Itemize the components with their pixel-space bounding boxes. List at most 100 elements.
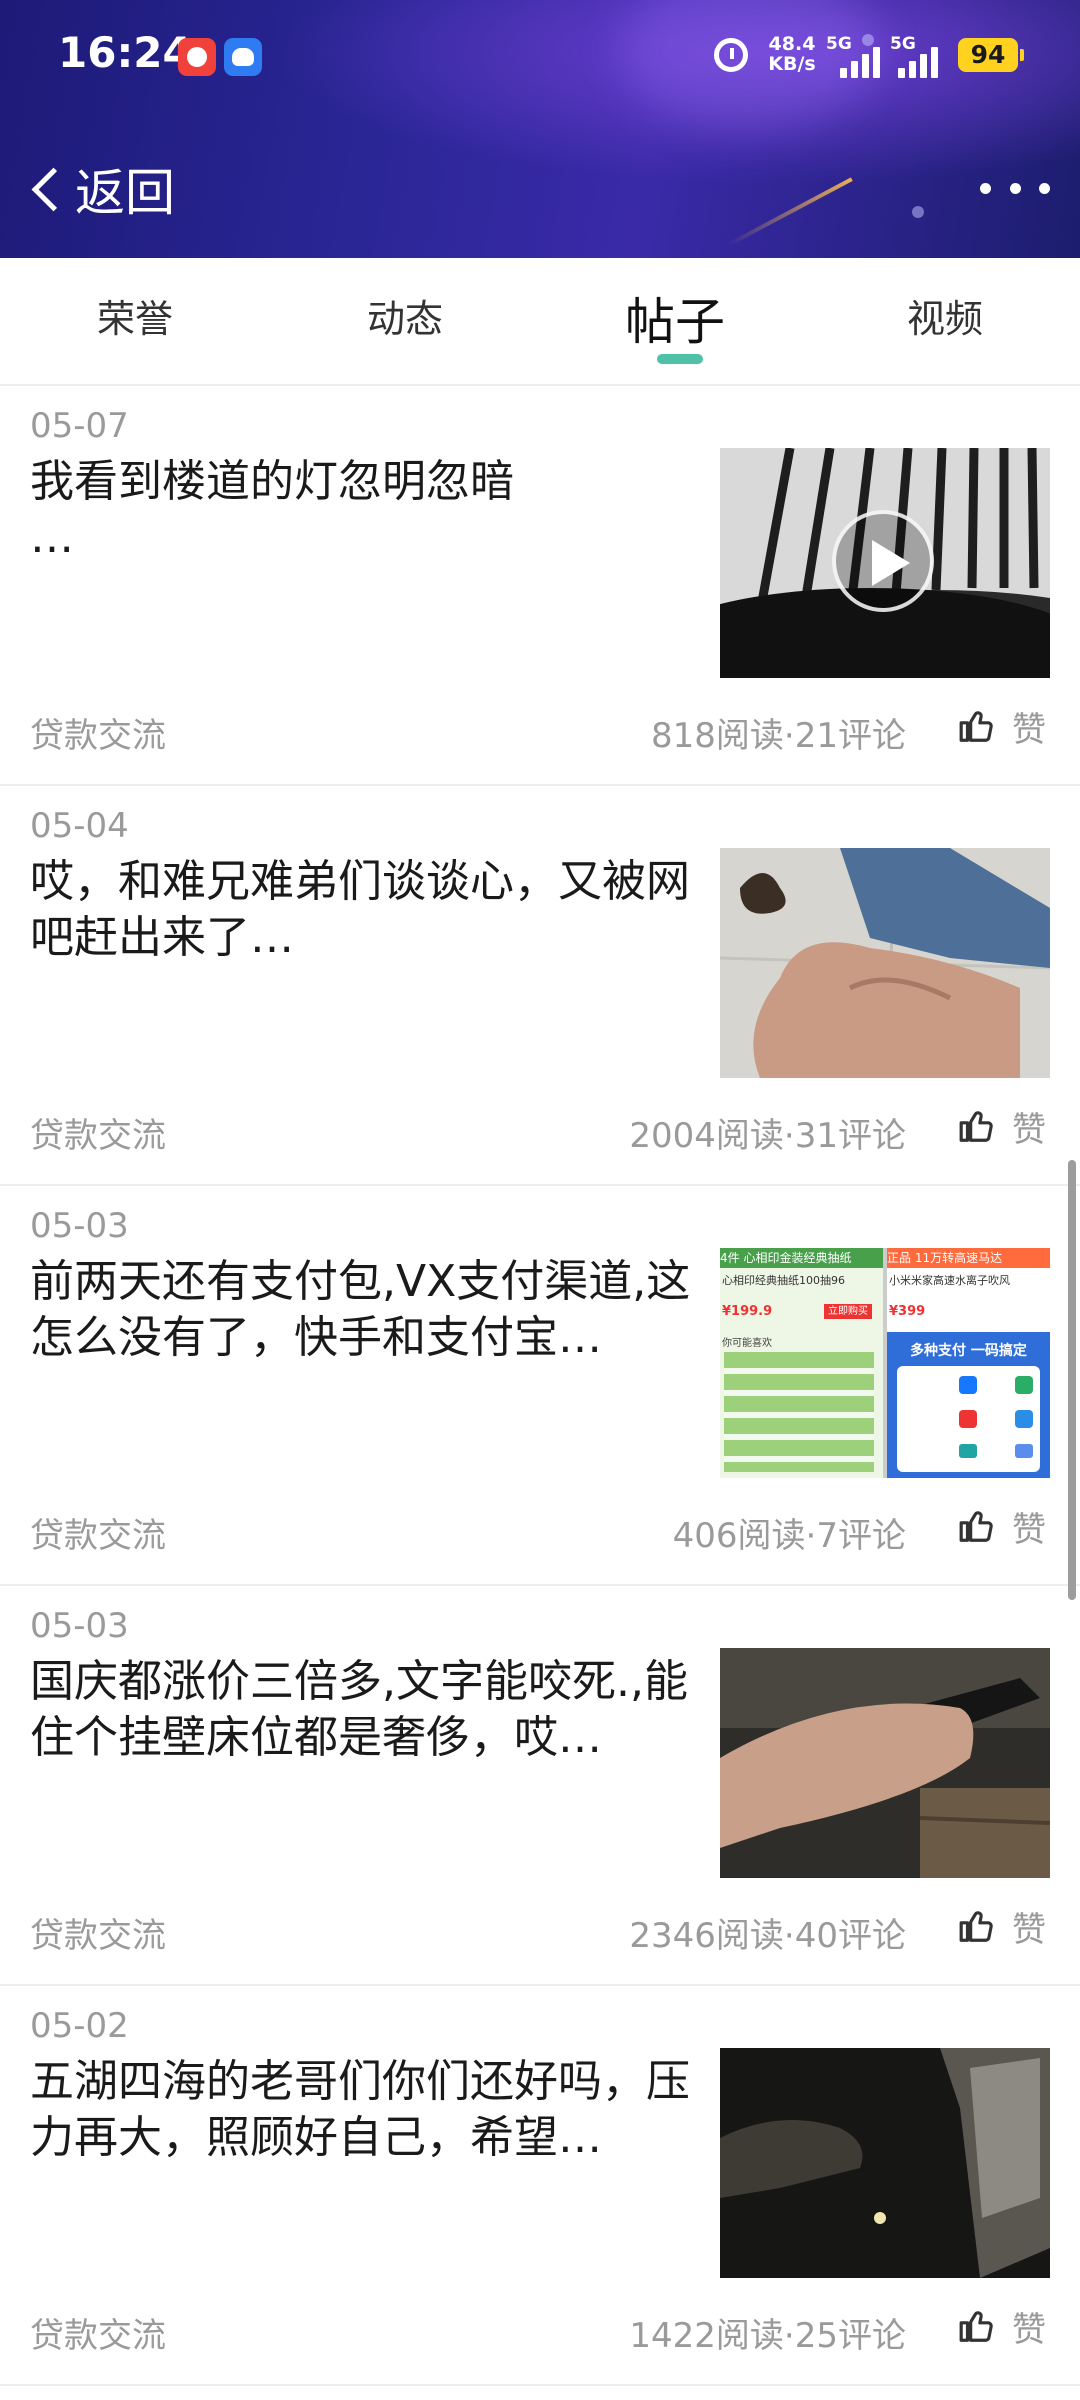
- post-date: 05-04: [30, 806, 129, 846]
- post-thumbnail[interactable]: [720, 1648, 1050, 1878]
- signal-2-label: 5G: [890, 34, 916, 54]
- ad-right-panel: 正品 11万转高速马达 小米米家高速水离子吹风 ¥399 多种支付 一码搞定: [887, 1248, 1050, 1478]
- thumbnail-image: [720, 1648, 1050, 1878]
- post-date: 05-07: [30, 406, 129, 446]
- post-thumbnail[interactable]: [720, 848, 1050, 1078]
- post-item[interactable]: 05-02 五湖四海的老哥们你们还好吗，压力再大，照顾好自己，希望… 贷款交流 …: [0, 1986, 1080, 2386]
- post-thumbnail[interactable]: 4件 心相印金装经典抽纸 心相印经典抽纸100抽96 ¥199.9 立即购买 你…: [720, 1248, 1050, 1478]
- like-label: 赞: [1012, 709, 1046, 750]
- signal-1-label: 5G: [826, 34, 852, 54]
- ad-left-subtitle: 心相印经典抽纸100抽96: [722, 1274, 845, 1287]
- ad-right-subtitle: 小米米家高速水离子吹风: [889, 1274, 1010, 1287]
- tab-videos[interactable]: 视频: [810, 258, 1080, 384]
- battery-icon: 94: [958, 38, 1024, 72]
- notification-app-icon: [178, 38, 216, 76]
- play-icon: [832, 510, 934, 612]
- tab-label: 视频: [906, 297, 983, 341]
- like-button[interactable]: 赞: [958, 1898, 1046, 1954]
- post-category[interactable]: 贷款交流: [30, 1508, 166, 1557]
- status-time: 16:24: [58, 28, 192, 77]
- thumbs-up-icon: [959, 711, 993, 742]
- ad-left-panel: 4件 心相印金装经典抽纸 心相印经典抽纸100抽96 ¥199.9 立即购买 你…: [720, 1248, 883, 1478]
- payment-method-icon: [1015, 1444, 1033, 1458]
- ad-right-banner: 正品 11万转高速马达: [887, 1248, 1050, 1268]
- post-stats: 2004阅读·31评论: [629, 1116, 906, 1156]
- like-button[interactable]: 赞: [958, 2298, 1046, 2354]
- status-bar: 16:24 48.4 KB/s 5G 5G 94: [0, 0, 1080, 120]
- signal-1-icon: 5G: [826, 34, 892, 78]
- signal-2-icon: 5G: [890, 34, 956, 78]
- back-label: 返回: [75, 164, 175, 222]
- chevron-left-icon: [31, 167, 76, 211]
- post-category[interactable]: 贷款交流: [30, 1108, 166, 1157]
- tab-honor[interactable]: 荣誉: [0, 258, 270, 384]
- wechat-icon: [1015, 1376, 1033, 1394]
- post-text: 国庆都涨价三倍多,文字能咬死.,能住个挂壁床位都是奢侈，哎…: [30, 1656, 688, 1763]
- post-item[interactable]: 05-03 前两天还有支付包,VX支付渠道,这怎么没有了，快手和支付宝… 4件 …: [0, 1186, 1080, 1586]
- like-label: 赞: [1012, 2309, 1046, 2350]
- like-button[interactable]: 赞: [958, 1098, 1046, 1154]
- post-stats: 1422阅读·25评论: [629, 2316, 906, 2356]
- tissue-boxes-image: [724, 1352, 874, 1472]
- post-text: 前两天还有支付包,VX支付渠道,这怎么没有了，快手和支付宝…: [30, 1256, 691, 1363]
- post-thumbnail[interactable]: [720, 448, 1050, 678]
- tab-posts[interactable]: 帖子: [540, 258, 810, 384]
- post-stats: 406阅读·7评论: [672, 1516, 906, 1556]
- payment-headline: 多种支付 一码搞定: [910, 1343, 1027, 1359]
- ad-left-banner: 4件 心相印金装经典抽纸: [720, 1248, 883, 1268]
- thumbs-up-icon: [959, 2311, 993, 2342]
- post-list: 05-07 我看到楼道的灯忽明忽暗 … 贷款交流 818阅读·21评论 赞 05…: [0, 386, 1080, 2386]
- thumbs-up-icon: [959, 1911, 993, 1942]
- thumbnail-image: [720, 2048, 1050, 2278]
- header-streak: [727, 177, 853, 247]
- post-stats: 2346阅读·40评论: [629, 1916, 906, 1956]
- post-date: 05-02: [30, 2006, 129, 2046]
- post-text: 我看到楼道的灯忽明忽暗 …: [30, 456, 514, 563]
- alipay-icon: [959, 1376, 977, 1394]
- net-speed-unit: KB/s: [768, 53, 816, 75]
- tab-label: 荣誉: [96, 297, 173, 341]
- more-button[interactable]: [980, 168, 1050, 208]
- active-tab-indicator: [657, 354, 703, 364]
- post-category[interactable]: 贷款交流: [30, 1908, 166, 1957]
- like-button[interactable]: 赞: [958, 1498, 1046, 1554]
- header-sparkle: [912, 206, 924, 218]
- net-speed-value: 48.4: [768, 33, 816, 55]
- scrollbar[interactable]: [1068, 1160, 1076, 1600]
- profile-tabs: 荣誉 动态 帖子 视频: [0, 258, 1080, 386]
- more-dots-icon: [980, 182, 991, 194]
- tab-activity[interactable]: 动态: [270, 258, 540, 384]
- post-text: 五湖四海的老哥们你们还好吗，压力再大，照顾好自己，希望…: [30, 2056, 690, 2163]
- like-label: 赞: [1012, 1509, 1046, 1550]
- post-thumbnail[interactable]: [720, 2048, 1050, 2278]
- payment-panel: 多种支付 一码搞定: [887, 1332, 1050, 1478]
- like-label: 赞: [1012, 1109, 1046, 1150]
- post-item[interactable]: 05-07 我看到楼道的灯忽明忽暗 … 贷款交流 818阅读·21评论 赞: [0, 386, 1080, 786]
- back-button[interactable]: 返回: [28, 154, 175, 224]
- payment-grid: [897, 1366, 1040, 1472]
- post-category[interactable]: 贷款交流: [30, 708, 166, 757]
- like-button[interactable]: 赞: [958, 698, 1046, 754]
- thumbs-up-icon: [959, 1111, 993, 1142]
- thumbs-up-icon: [959, 1511, 993, 1542]
- post-date: 05-03: [30, 1206, 129, 1246]
- payment-method-icon: [1015, 1410, 1033, 1428]
- thumbnail-image: [720, 848, 1050, 1078]
- tab-label: 帖子: [625, 293, 725, 351]
- like-label: 赞: [1012, 1909, 1046, 1950]
- ad-left-price: ¥199.9: [722, 1304, 773, 1319]
- tab-label: 动态: [366, 297, 443, 341]
- baidu-app-icon: [224, 38, 262, 76]
- post-item[interactable]: 05-04 哎，和难兄难弟们谈谈心，又被网吧赶出来了… 贷款交流 2004阅读·…: [0, 786, 1080, 1186]
- post-item[interactable]: 05-03 国庆都涨价三倍多,文字能咬死.,能住个挂壁床位都是奢侈，哎… 贷款交…: [0, 1586, 1080, 1986]
- unionpay-icon: [959, 1410, 977, 1428]
- app-header: 16:24 48.4 KB/s 5G 5G 94 返回: [0, 0, 1080, 258]
- ad-left-tag: 你可能喜欢: [722, 1338, 772, 1349]
- post-date: 05-03: [30, 1606, 129, 1646]
- post-stats: 818阅读·21评论: [651, 716, 906, 756]
- post-text: 哎，和难兄难弟们谈谈心，又被网吧赶出来了…: [30, 856, 690, 963]
- ad-right-price: ¥399: [889, 1304, 926, 1319]
- post-category[interactable]: 贷款交流: [30, 2308, 166, 2357]
- alarm-icon: [714, 38, 748, 72]
- net-speed: 48.4 KB/s: [762, 34, 822, 74]
